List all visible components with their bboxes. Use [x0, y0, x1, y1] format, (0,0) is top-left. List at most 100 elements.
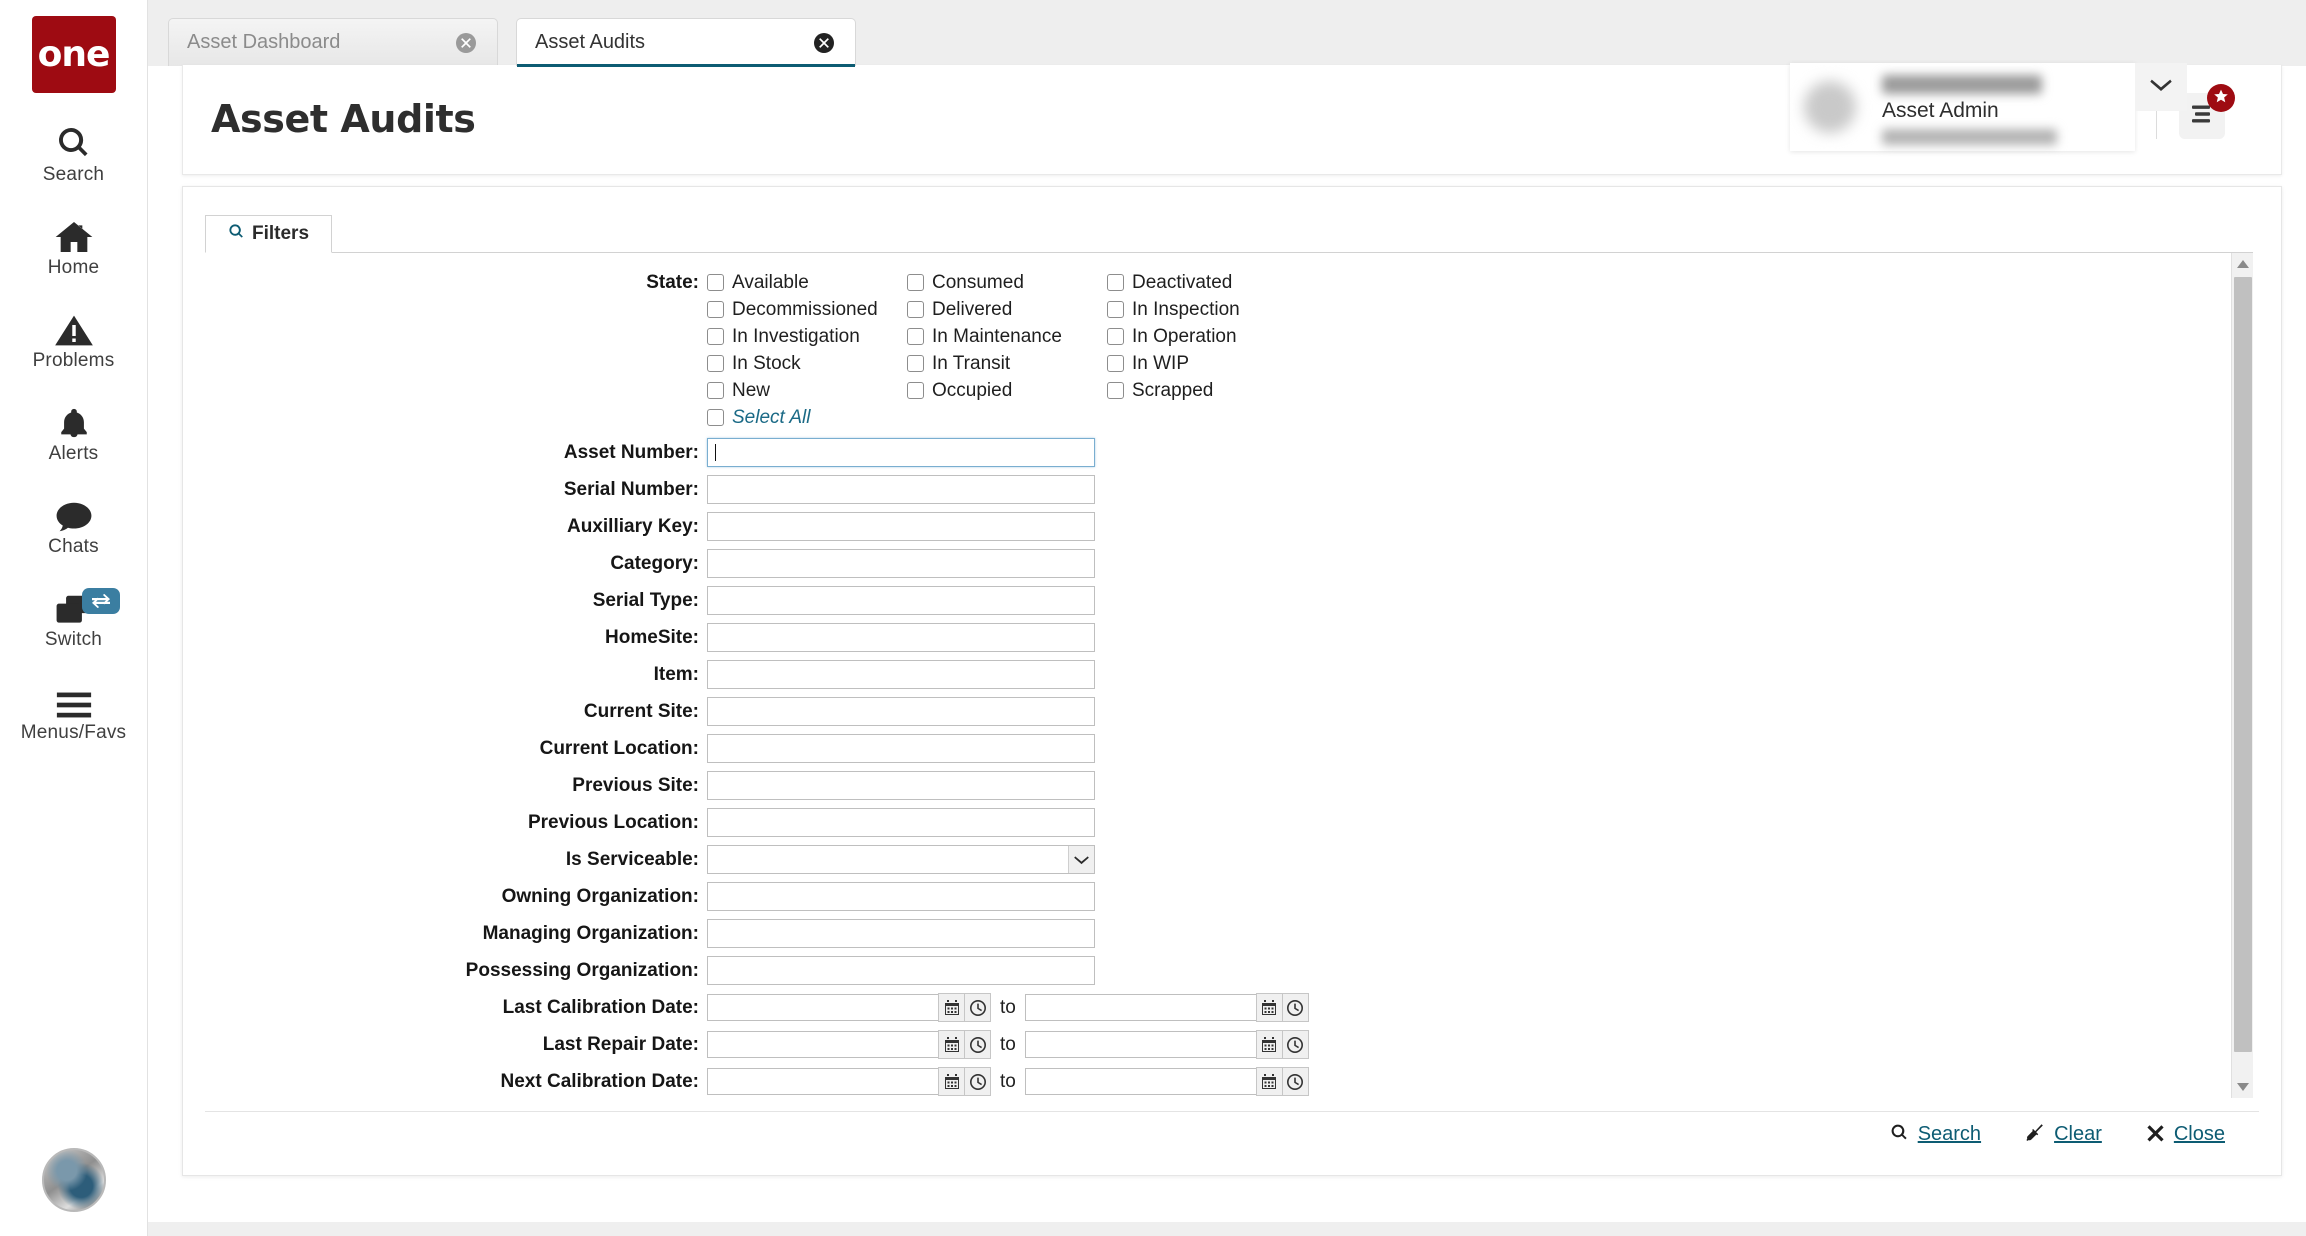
state-checkbox-in-maintenance[interactable]: In Maintenance — [907, 326, 1107, 348]
state-checkbox-new[interactable]: New — [707, 380, 907, 402]
calendar-icon[interactable] — [938, 1030, 965, 1059]
user-menu[interactable]: Asset Admin — [1790, 63, 2135, 151]
rail-item-home[interactable]: Home — [0, 212, 148, 279]
current-location-input[interactable] — [707, 734, 1095, 763]
calendar-icon[interactable] — [1256, 1067, 1283, 1096]
auxilliary-key-input[interactable] — [707, 512, 1095, 541]
state-checkbox-occupied[interactable]: Occupied — [907, 380, 1107, 402]
last-calibration-date-to-input[interactable] — [1025, 994, 1257, 1021]
field-label: Auxilliary Key: — [205, 516, 707, 538]
clear-button[interactable]: Clear — [2025, 1123, 2102, 1147]
previous-location-input[interactable] — [707, 808, 1095, 837]
state-checkbox-in-transit[interactable]: In Transit — [907, 353, 1107, 375]
is-serviceable-select[interactable] — [707, 845, 1095, 874]
state-checkbox-consumed[interactable]: Consumed — [907, 272, 1107, 294]
scroll-up-icon[interactable] — [2232, 253, 2253, 275]
rail-item-switch[interactable]: Switch — [0, 584, 148, 651]
user-menu-toggle[interactable] — [2135, 63, 2187, 111]
previous-site-input[interactable] — [707, 771, 1095, 800]
state-checkbox-available[interactable]: Available — [707, 272, 907, 294]
checkbox-box[interactable] — [707, 301, 724, 318]
rail-user-avatar[interactable] — [42, 1148, 106, 1212]
calendar-icon[interactable] — [938, 1067, 965, 1096]
state-checkbox-in-wip[interactable]: In WIP — [1107, 353, 1307, 375]
filters-scrollbar[interactable] — [2231, 253, 2253, 1098]
checkbox-box[interactable] — [907, 328, 924, 345]
clock-icon[interactable] — [1282, 1067, 1309, 1096]
rail-label-switch: Switch — [45, 629, 102, 651]
tab-asset-audits[interactable]: Asset Audits — [516, 18, 856, 66]
checkbox-box[interactable] — [1107, 382, 1124, 399]
calendar-icon[interactable] — [1256, 993, 1283, 1022]
state-checkbox-grid: Available Consumed Deactivated — [707, 269, 1307, 431]
state-checkbox-scrapped[interactable]: Scrapped — [1107, 380, 1307, 402]
checkbox-box[interactable] — [707, 328, 724, 345]
next-calibration-date-to-input[interactable] — [1025, 1068, 1257, 1095]
rail-item-search[interactable]: Search — [0, 119, 148, 186]
current-site-input[interactable] — [707, 697, 1095, 726]
serial-type-input[interactable] — [707, 586, 1095, 615]
serial-number-input[interactable] — [707, 475, 1095, 504]
close-button[interactable]: Close — [2146, 1123, 2225, 1147]
rail-item-menus-favs[interactable]: Menus/Favs — [0, 677, 148, 744]
state-checkbox-in-operation[interactable]: In Operation — [1107, 326, 1307, 348]
close-icon[interactable] — [455, 32, 477, 54]
clock-icon[interactable] — [1282, 993, 1309, 1022]
close-icon[interactable] — [813, 32, 835, 54]
state-row: New Occupied Scrapped — [707, 377, 1307, 404]
checkbox-box[interactable] — [1107, 274, 1124, 291]
calendar-icon[interactable] — [938, 993, 965, 1022]
checkbox-label: Decommissioned — [732, 299, 878, 321]
rail-item-problems[interactable]: Problems — [0, 305, 148, 372]
managing-organization-input[interactable] — [707, 919, 1095, 948]
field-label: HomeSite: — [205, 627, 707, 649]
clock-icon[interactable] — [964, 1030, 991, 1059]
state-checkbox-deactivated[interactable]: Deactivated — [1107, 272, 1307, 294]
state-checkbox-decommissioned[interactable]: Decommissioned — [707, 299, 907, 321]
chevron-down-icon[interactable] — [1068, 846, 1094, 873]
field-row-last-repair-date: Last Repair Date: to — [205, 1026, 2225, 1063]
last-repair-date-to-input[interactable] — [1025, 1031, 1257, 1058]
checkbox-box[interactable] — [707, 409, 724, 426]
category-input[interactable] — [707, 549, 1095, 578]
checkbox-box[interactable] — [1107, 301, 1124, 318]
last-repair-date-from-input[interactable] — [707, 1031, 939, 1058]
state-checkbox-in-inspection[interactable]: In Inspection — [1107, 299, 1307, 321]
scrollbar-thumb[interactable] — [2234, 277, 2252, 1052]
tab-filters[interactable]: Filters — [205, 215, 332, 253]
checkbox-box[interactable] — [907, 301, 924, 318]
state-checkbox-delivered[interactable]: Delivered — [907, 299, 1107, 321]
clock-icon[interactable] — [964, 1067, 991, 1096]
tab-asset-dashboard[interactable]: Asset Dashboard — [168, 18, 498, 66]
item-input[interactable] — [707, 660, 1095, 689]
rail-item-chats[interactable]: Chats — [0, 491, 148, 558]
checkbox-box[interactable] — [907, 355, 924, 372]
owning-organization-input[interactable] — [707, 882, 1095, 911]
rail-item-alerts[interactable]: Alerts — [0, 398, 148, 465]
checkbox-box[interactable] — [707, 382, 724, 399]
possessing-organization-input[interactable] — [707, 956, 1095, 985]
homesite-input[interactable] — [707, 623, 1095, 652]
state-checkbox-in-stock[interactable]: In Stock — [707, 353, 907, 375]
checkbox-box[interactable] — [707, 274, 724, 291]
search-button[interactable]: Search — [1890, 1123, 1981, 1147]
checkbox-box[interactable] — [907, 382, 924, 399]
switch-toggle-badge[interactable] — [82, 588, 120, 614]
scroll-down-icon[interactable] — [2232, 1076, 2253, 1098]
state-label: State: — [205, 269, 707, 294]
state-checkbox-in-investigation[interactable]: In Investigation — [707, 326, 907, 348]
checkbox-box[interactable] — [707, 355, 724, 372]
checkbox-box[interactable] — [907, 274, 924, 291]
asset-number-input[interactable] — [707, 438, 1095, 467]
state-checkbox-select-all[interactable]: Select All — [707, 407, 907, 429]
last-calibration-date-from-input[interactable] — [707, 994, 939, 1021]
checkbox-box[interactable] — [1107, 328, 1124, 345]
clock-icon[interactable] — [1282, 1030, 1309, 1059]
checkbox-box[interactable] — [1107, 355, 1124, 372]
next-calibration-date-from-input[interactable] — [707, 1068, 939, 1095]
app-logo[interactable]: one — [32, 16, 116, 93]
user-role-label: Asset Admin — [1882, 99, 1999, 123]
clock-icon[interactable] — [964, 993, 991, 1022]
calendar-icon[interactable] — [1256, 1030, 1283, 1059]
tab-filters-label: Filters — [252, 223, 309, 245]
